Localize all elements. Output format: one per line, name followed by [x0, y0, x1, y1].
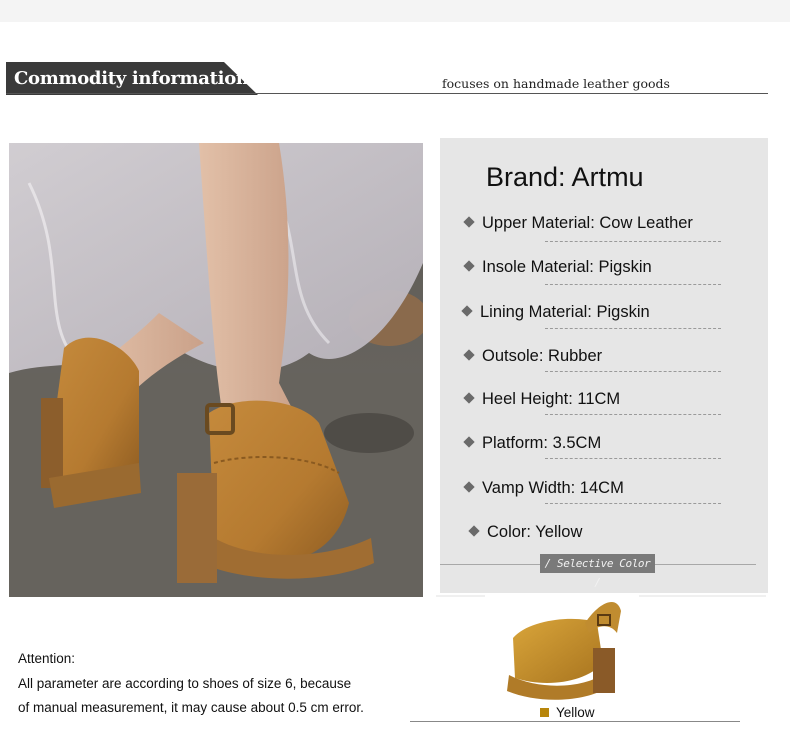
- spec-rule: [545, 241, 721, 242]
- spec-color: Color: Yellow: [468, 523, 582, 549]
- color-option-label[interactable]: Yellow: [556, 705, 595, 720]
- attention-line-2: of manual measurement, it may cause abou…: [18, 700, 364, 715]
- spec-upper-material: Upper Material: Cow Leather: [463, 214, 693, 240]
- selective-color-label: / Selective Color /: [540, 554, 655, 589]
- spec-rule: [545, 414, 721, 415]
- bullet-diamond-icon: [463, 391, 475, 404]
- bullet-diamond-icon: [468, 524, 480, 537]
- color-swatch[interactable]: [540, 708, 549, 717]
- spec-vamp-width: Vamp Width: 14CM: [463, 479, 624, 505]
- header-divider: [6, 93, 768, 94]
- color-option-thumbnail[interactable]: [485, 593, 639, 703]
- spec-rule: [545, 503, 721, 504]
- attention-heading: Attention:: [18, 651, 76, 666]
- bullet-diamond-icon: [463, 259, 475, 272]
- bullet-diamond-icon: [461, 304, 473, 317]
- spec-platform: Platform: 3.5CM: [463, 434, 601, 460]
- header-title: Commodity information: [14, 68, 249, 89]
- spec-outsole: Outsole: Rubber: [463, 347, 602, 373]
- spec-rule: [545, 284, 721, 285]
- spec-rule: [545, 328, 721, 329]
- bullet-diamond-icon: [463, 435, 475, 448]
- bullet-diamond-icon: [463, 480, 475, 493]
- top-band: [0, 0, 790, 22]
- spec-lining-material: Lining Material: Pigskin: [461, 303, 650, 329]
- header-tagline: focuses on handmade leather goods: [442, 76, 670, 91]
- spec-panel: Brand: Artmu Upper Material: Cow Leather…: [440, 138, 768, 593]
- bullet-diamond-icon: [463, 215, 475, 228]
- thumb-bottom-rule: [410, 721, 740, 722]
- spec-rule: [545, 371, 721, 372]
- spec-heel-height: Heel Height: 11CM: [463, 390, 620, 416]
- brand-label: Brand: Artmu: [486, 162, 644, 192]
- attention-line-1: All parameter are according to shoes of …: [18, 676, 352, 691]
- spec-insole-material: Insole Material: Pigskin: [463, 258, 652, 284]
- spec-rule: [545, 458, 721, 459]
- bullet-diamond-icon: [463, 348, 475, 361]
- product-photo: [9, 143, 423, 597]
